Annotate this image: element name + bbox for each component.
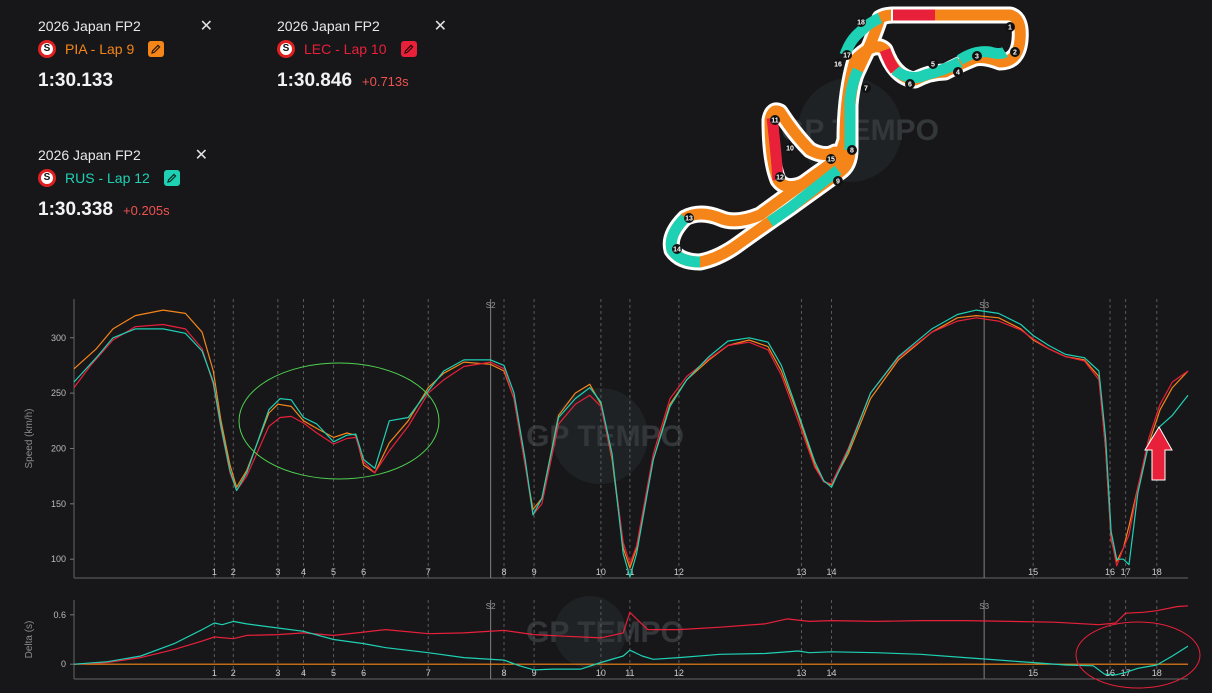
corner-label: 3 (275, 668, 280, 678)
corner-label: 16 (1105, 567, 1115, 577)
track-corner-label: 8 (850, 148, 854, 155)
y-axis-label: Delta (s) (24, 621, 35, 659)
corner-label: 13 (796, 567, 806, 577)
track-corner-label: 11 (771, 118, 779, 125)
corner-label: 3 (275, 567, 280, 577)
y-axis-label: Speed (km/h) (24, 408, 35, 468)
corner-label: 10 (596, 668, 606, 678)
annotation-arrow-up-icon (1144, 426, 1173, 481)
corner-label: 4 (301, 668, 306, 678)
corner-label: 13 (796, 668, 806, 678)
corner-label: 15 (1028, 567, 1038, 577)
track-corner-label: 3 (975, 54, 979, 61)
corner-label: 1 (212, 668, 217, 678)
corner-label: 2 (231, 567, 236, 577)
corner-label: 16 (1105, 668, 1115, 678)
sector-label: S3 (979, 301, 989, 310)
track-corner-label: 4 (956, 70, 960, 77)
corner-label: 1 (212, 567, 217, 577)
y-tick-label: 250 (51, 388, 66, 398)
sector-label: S3 (979, 602, 989, 611)
corner-label: 10 (596, 567, 606, 577)
telemetry-chart: GP TEMPO GP TEMPO GP TEMPO 1234567891011… (24, 6, 1201, 689)
annotation-ellipse-red (1075, 621, 1201, 689)
track-segment-red (766, 117, 784, 181)
corner-label: 14 (827, 668, 837, 678)
corner-label: 18 (1152, 668, 1162, 678)
track-corner-label: 6 (908, 82, 912, 89)
sector-label: S2 (486, 301, 496, 310)
corner-label: 12 (674, 567, 684, 577)
track-corner-label: 9 (836, 179, 840, 186)
corner-label: 6 (361, 668, 366, 678)
track-corner-label: 14 (673, 247, 681, 254)
track-corner-label: 10 (786, 146, 794, 153)
y-tick-label: 0.6 (53, 610, 66, 620)
y-tick-label: 100 (51, 554, 66, 564)
corner-label: 12 (674, 668, 684, 678)
corner-label: 5 (331, 668, 336, 678)
corner-label: 4 (301, 567, 306, 577)
corner-label: 18 (1152, 567, 1162, 577)
corner-label: 9 (532, 567, 537, 577)
corner-label: 7 (426, 668, 431, 678)
sector-label: S2 (486, 602, 496, 611)
track-corner-label: 12 (776, 175, 784, 182)
corner-label: 11 (625, 668, 634, 678)
corner-label: 8 (501, 567, 506, 577)
track-corner-label: 5 (931, 62, 935, 69)
track-corner-label: 17 (843, 53, 851, 60)
track-corner-label: 16 (834, 62, 842, 69)
y-tick-label: 0 (61, 659, 66, 669)
corner-label: 2 (231, 668, 236, 678)
corner-label: 15 (1028, 668, 1038, 678)
track-corner-label: 1 (1008, 25, 1012, 32)
track-corner-label: 18 (857, 20, 865, 27)
track-corner-label: 13 (685, 216, 693, 223)
track-corner-label: 2 (1013, 50, 1017, 57)
annotation-ellipse-green (238, 362, 440, 480)
y-tick-label: 300 (51, 333, 66, 343)
track-corner-label: 7 (864, 86, 868, 93)
watermark-text: GP TEMPO (526, 616, 684, 649)
watermark-group: GP TEMPO GP TEMPO GP TEMPO (526, 78, 939, 668)
corner-label: 17 (1121, 567, 1131, 577)
corner-label: 6 (361, 567, 366, 577)
y-tick-label: 150 (51, 499, 66, 509)
corner-label: 7 (426, 567, 431, 577)
corner-label: 14 (827, 567, 837, 577)
y-tick-label: 200 (51, 443, 66, 453)
corner-label: 8 (501, 668, 506, 678)
track-map (662, 6, 1029, 271)
corner-label: 5 (331, 567, 336, 577)
track-corner-label: 15 (827, 157, 835, 164)
